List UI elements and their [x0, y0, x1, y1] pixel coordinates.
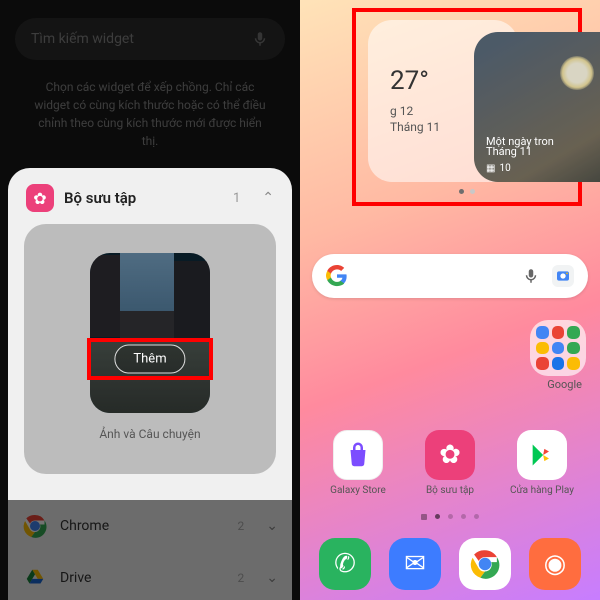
favourites-row: Galaxy Store ✿ Bộ sưu tập Cửa hàng Play [300, 430, 600, 496]
widget-caption: Ảnh và Câu chuyện [99, 427, 200, 441]
dock-bar: ✆ ✉ ◉ [300, 538, 600, 590]
home-page-indicator [300, 514, 600, 520]
list-item[interactable]: Chrome 2 ⌄ [8, 500, 292, 552]
image-icon: ▦ [486, 163, 495, 174]
list-item[interactable]: Drive 2 ⌄ [8, 552, 292, 600]
widget-picker-screen: Tìm kiếm widget Chọn các widget để xếp c… [0, 0, 300, 600]
weather-date-line1: g 12 [390, 104, 413, 118]
list-item-label: Drive [60, 570, 226, 586]
weather-date-line2: Tháng 11 [390, 120, 440, 134]
chrome-app[interactable] [459, 538, 511, 590]
app-label: Cửa hàng Play [510, 485, 574, 496]
chrome-icon [22, 513, 48, 539]
app-play-store[interactable]: Cửa hàng Play [503, 430, 581, 496]
google-logo-icon [326, 265, 348, 287]
messages-app[interactable]: ✉ [389, 538, 441, 590]
gallery-section: ✿ Bộ sưu tập 1 ⌃ Thêm Ảnh và Câu chuyện [8, 168, 292, 500]
app-galaxy-store[interactable]: Galaxy Store [319, 430, 397, 496]
widget-stack-highlight: 27° g 12 Tháng 11 Một ngày tron Tháng 11… [352, 8, 582, 206]
photo-widget-card[interactable]: Một ngày tron Tháng 11 ▦ 10 [474, 32, 600, 182]
chevron-down-icon: ⌄ [266, 570, 278, 586]
gallery-app-icon: ✿ [26, 184, 54, 212]
stack-page-dots [356, 189, 578, 194]
drive-icon [22, 565, 48, 591]
app-gallery[interactable]: ✿ Bộ sưu tập [411, 430, 489, 496]
tutorial-highlight [87, 338, 213, 380]
temperature-value: 27° [390, 66, 429, 96]
lens-icon[interactable] [552, 265, 574, 287]
mic-icon[interactable] [522, 267, 540, 285]
app-label: Bộ sưu tập [426, 485, 474, 496]
camera-app[interactable]: ◉ [529, 538, 581, 590]
section-count: 1 [233, 191, 240, 206]
section-title: Bộ sưu tập [64, 189, 223, 207]
google-folder[interactable] [530, 320, 586, 376]
widget-preview-card[interactable]: Thêm Ảnh và Câu chuyện [24, 224, 276, 474]
list-item-label: Chrome [60, 518, 226, 534]
folder-label: Google [547, 378, 582, 391]
list-item-count: 2 [238, 519, 245, 533]
app-widget-list: Chrome 2 ⌄ Drive 2 ⌄ ◔ Đồng hồ 3 ⌄ [8, 500, 292, 600]
gallery-icon: ✿ [425, 430, 475, 480]
list-item-count: 2 [238, 571, 245, 585]
home-screen: 27° g 12 Tháng 11 Một ngày tron Tháng 11… [300, 0, 600, 600]
google-search-bar[interactable] [312, 254, 588, 298]
galaxy-store-icon [333, 430, 383, 480]
chevron-up-icon: ⌃ [262, 190, 274, 206]
play-store-icon [517, 430, 567, 480]
widget-thumbnail [90, 253, 210, 413]
gallery-section-header[interactable]: ✿ Bộ sưu tập 1 ⌃ [18, 182, 282, 224]
photo-widget-date: ▦ 10 [486, 163, 511, 174]
phone-app[interactable]: ✆ [319, 538, 371, 590]
photo-widget-subtitle: Tháng 11 [486, 145, 532, 158]
chevron-down-icon: ⌄ [266, 518, 278, 534]
app-label: Galaxy Store [330, 485, 386, 496]
